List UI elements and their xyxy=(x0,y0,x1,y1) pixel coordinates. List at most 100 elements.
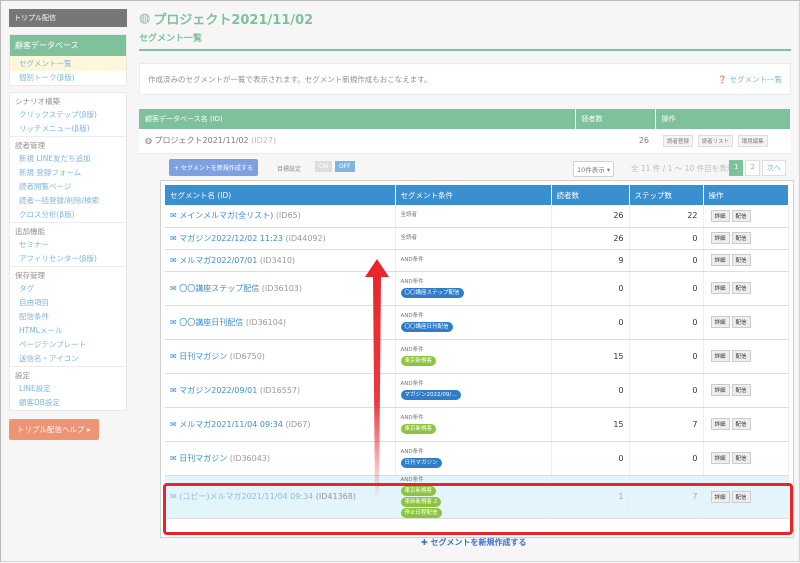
segment-id: (ID67) xyxy=(285,419,311,429)
page-title: ◍ プロジェクト2021/11/02 xyxy=(139,10,314,28)
send-button[interactable]: 配信 xyxy=(731,282,751,294)
sidebar-item[interactable]: 新規 登録フォーム xyxy=(10,166,126,180)
send-button[interactable]: 配信 xyxy=(731,350,751,362)
page-2[interactable]: 2 xyxy=(745,160,760,176)
sidebar-item[interactable]: アフィリセンター(β版) xyxy=(10,252,126,266)
sidebar-item[interactable]: 読者閲覧ページ xyxy=(10,180,126,194)
condition-tag: 〇〇講座日刊配信 xyxy=(400,322,453,332)
segment-condition-cell: AND条件 マガジン2022/09/… xyxy=(395,373,552,408)
sidebar-item[interactable]: タグ xyxy=(10,282,126,296)
detail-button[interactable]: 詳細 xyxy=(710,282,730,294)
segment-name[interactable]: (コピー)メルマガ2021/11/04 09:34 xyxy=(179,492,313,501)
column-header: 操作 xyxy=(655,109,791,129)
sidebar-item[interactable]: セミナー xyxy=(10,238,126,252)
column-header: 読者数 xyxy=(551,185,630,205)
segment-name-cell[interactable]: ✉ (コピー)メルマガ2021/11/04 09:34 (ID41368) xyxy=(165,475,396,519)
send-button[interactable]: 配信 xyxy=(731,209,751,222)
pagination: 1 2 次へ xyxy=(729,160,786,176)
send-button[interactable]: 配信 xyxy=(731,490,751,503)
reader-count: 0 xyxy=(551,373,630,408)
condition-tag: 東新新規客 2 xyxy=(400,496,442,507)
segment-actions: 詳細 配信 xyxy=(703,441,789,476)
reader-count: 9 xyxy=(551,249,630,272)
step-count: 0 xyxy=(629,441,704,476)
segment-actions: 詳細 配信 xyxy=(703,373,789,408)
detail-button[interactable]: 詳細 xyxy=(710,316,730,328)
send-button[interactable]: 配信 xyxy=(731,316,751,328)
send-button[interactable]: 配信 xyxy=(731,452,751,464)
db-actions: 読者登録 読者リスト 環境編集 xyxy=(655,129,791,154)
sidebar-item-individual-talk[interactable]: 個別トーク(β版) xyxy=(10,71,126,85)
send-button[interactable]: 配信 xyxy=(731,254,751,266)
segment-name[interactable]: マガジン2022/09/01 xyxy=(179,386,257,395)
segment-name[interactable]: メインメルマガ(全リスト) xyxy=(179,211,273,220)
sidebar-item[interactable]: 配信条件 xyxy=(10,310,126,324)
page-1[interactable]: 1 xyxy=(729,160,744,176)
sidebar-item-customer-db[interactable]: 顧客データベース xyxy=(10,35,126,56)
toggle-off-button[interactable]: OFF xyxy=(335,161,355,172)
sidebar-item[interactable]: クロス分析(β版) xyxy=(10,208,126,222)
help-button[interactable]: トリプル配信ヘルプ ▸ xyxy=(9,419,99,440)
segment-name-cell[interactable]: ✉ マガジン2022/09/01 (ID16557) xyxy=(165,373,396,408)
condition-type: AND条件 xyxy=(400,256,424,263)
detail-button[interactable]: 詳細 xyxy=(710,232,730,244)
bottom-create-segment-link[interactable]: ✚ セグメントを新規作成する xyxy=(421,537,527,548)
next-page[interactable]: 次へ xyxy=(761,160,786,176)
description-box: 作成済みのセグメントが一覧で表示されます。セグメント新規作成もおこなえます。 ❓… xyxy=(139,63,791,95)
edit-env-button[interactable]: 環境編集 xyxy=(737,134,768,147)
sidebar-item[interactable]: 自由項目 xyxy=(10,296,126,310)
send-button[interactable]: 配信 xyxy=(731,384,751,396)
segment-name[interactable]: 日刊マガジン xyxy=(179,352,227,361)
sidebar-item[interactable]: HTMLメール xyxy=(10,324,126,338)
mail-icon: ✉ xyxy=(170,419,177,429)
create-segment-button[interactable]: + セグメントを新規作成する xyxy=(169,159,258,176)
detail-button[interactable]: 詳細 xyxy=(710,418,730,430)
segment-name[interactable]: メルマガ2022/07/01 xyxy=(179,256,257,265)
sidebar-item[interactable]: 読者一括登録/削除/検索 xyxy=(10,194,126,208)
condition-type: AND条件 xyxy=(400,449,424,455)
condition-tag: 東京新規客 xyxy=(400,356,437,366)
column-header: セグメント条件 xyxy=(395,185,552,205)
sidebar-item[interactable]: 新規 LINE友だち追加 xyxy=(10,152,126,166)
sidebar-item[interactable]: 送信名・アイコン xyxy=(10,352,126,366)
reader-list-button[interactable]: 読者リスト xyxy=(697,134,734,147)
globe-icon: ◍ xyxy=(139,10,151,26)
segment-name-cell[interactable]: ✉ メルマガ2022/07/01 (ID3410) xyxy=(165,249,396,272)
send-button[interactable]: 配信 xyxy=(731,418,751,430)
segment-name-cell[interactable]: ✉ 〇〇講座ステップ配信 (ID36103) xyxy=(165,271,396,306)
detail-button[interactable]: 詳細 xyxy=(710,384,730,396)
segment-actions: 詳細 配信 xyxy=(703,227,789,250)
toggle-on-button[interactable]: ON xyxy=(315,161,333,172)
segment-name-cell[interactable]: ✉ 〇〇講座日刊配信 (ID36104) xyxy=(165,305,396,340)
sidebar-item[interactable]: 顧客DB設定 xyxy=(10,396,126,410)
segment-name[interactable]: マガジン2022/12/02 11:23 xyxy=(179,234,283,243)
help-link[interactable]: ❓ セグメント一覧 xyxy=(718,74,782,85)
sidebar-item[interactable]: リッチメニュー(β版) xyxy=(10,122,126,136)
segment-name[interactable]: メルマガ2021/11/04 09:34 xyxy=(179,420,283,429)
detail-button[interactable]: 詳細 xyxy=(710,350,730,362)
sidebar-item[interactable]: クリックステップ(β版) xyxy=(10,108,126,122)
register-reader-button[interactable]: 読者登録 xyxy=(663,134,694,147)
mail-icon: ✉ xyxy=(170,211,177,221)
segment-name[interactable]: 日刊マガジン xyxy=(179,454,227,463)
sidebar-item[interactable]: LINE設定 xyxy=(10,382,126,396)
sidebar-item[interactable]: ページテンプレート xyxy=(10,338,126,352)
detail-button[interactable]: 詳細 xyxy=(710,254,730,266)
segment-name-cell[interactable]: ✉ マガジン2022/12/02 11:23 (ID44092) xyxy=(165,227,396,250)
sidebar-item-segment-list[interactable]: セグメント一覧 xyxy=(10,56,126,71)
segment-name-cell[interactable]: ✉ 日刊マガジン (ID6750) xyxy=(165,339,396,374)
segment-name[interactable]: 〇〇講座ステップ配信 xyxy=(179,284,259,293)
condition-tag: 〇〇講座ステップ配信 xyxy=(400,288,464,298)
segment-name-cell[interactable]: ✉ 日刊マガジン (ID36043) xyxy=(165,441,396,476)
segment-name[interactable]: 〇〇講座日刊配信 xyxy=(179,318,243,327)
detail-button[interactable]: 詳細 xyxy=(710,490,730,503)
segment-condition-cell: 全読者 xyxy=(395,205,552,228)
detail-button[interactable]: 詳細 xyxy=(710,209,730,222)
segment-name-cell[interactable]: ✉ メルマガ2021/11/04 09:34 (ID67) xyxy=(165,407,396,442)
detail-button[interactable]: 詳細 xyxy=(710,452,730,464)
segment-id: (ID6750) xyxy=(229,351,265,361)
send-button[interactable]: 配信 xyxy=(731,232,751,244)
segment-name-cell[interactable]: ✉ メインメルマガ(全リスト) (ID65) xyxy=(165,205,396,228)
mail-icon: ✉ xyxy=(170,492,177,501)
per-page-select[interactable]: 10件表示 ▾ xyxy=(573,161,615,177)
